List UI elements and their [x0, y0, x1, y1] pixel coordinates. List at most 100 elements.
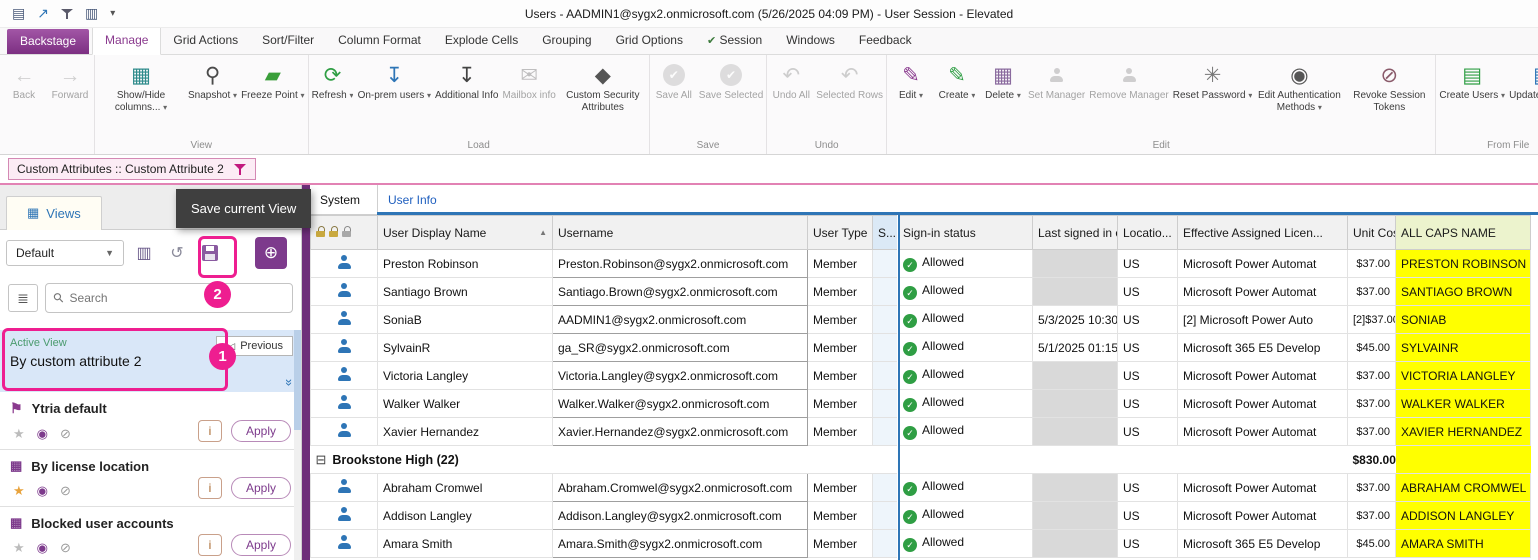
tab-sort-filter[interactable]: Sort/Filter: [250, 27, 326, 54]
ribbon-button-save-selected[interactable]: ✔Save Selected: [697, 57, 766, 102]
col-effective-licenses[interactable]: Effective Assigned Licen...: [1178, 216, 1348, 250]
ribbon-button-create[interactable]: ✎Create ▾: [934, 57, 980, 102]
ribbon-group-label: View: [96, 139, 307, 154]
col-signin-status[interactable]: Sign-in status: [898, 216, 1033, 250]
view-item-ytria-default[interactable]: ⚑Ytria default ★ ◉ ⊘ i Apply: [0, 392, 301, 450]
table-row-walker-walker[interactable]: Walker Walker Walker.Walker@sygx2.onmicr…: [311, 390, 1531, 418]
export-icon[interactable]: ▤: [12, 5, 25, 22]
filter-bar: Custom Attributes :: Custom Attribute 2: [0, 155, 1538, 185]
view-filter-button[interactable]: ≣: [8, 284, 38, 312]
col-user-type[interactable]: User Type: [808, 216, 873, 250]
previous-view-button[interactable]: ◁ Previous: [216, 336, 293, 356]
col-username[interactable]: Username: [553, 216, 808, 250]
view-apply-button[interactable]: Apply: [231, 534, 291, 556]
band-user-info[interactable]: User Info: [388, 193, 437, 207]
ribbon-button-forward[interactable]: →Forward: [47, 57, 93, 102]
ribbon-button-show-hide-columns[interactable]: ▦Show/Hide columns... ▾: [96, 57, 186, 113]
search-input[interactable]: [70, 291, 284, 305]
table-row-soniab[interactable]: SoniaB AADMIN1@sygx2.onmicrosoft.com Mem…: [311, 306, 1531, 334]
group-row-brookstone-high-22[interactable]: ⊟Brookstone High (22) $830.00: [311, 446, 1531, 474]
ribbon-button-freeze-point[interactable]: ▰Freeze Point ▾: [239, 57, 307, 102]
ribbon-button-undo-all[interactable]: ↶Undo All: [768, 57, 814, 102]
band-system[interactable]: System: [320, 193, 360, 207]
view-item-blocked-user-accounts[interactable]: ▦Blocked user accounts ★ ◉ ⊘ i Apply: [0, 507, 301, 560]
sidebar-scrollbar[interactable]: [294, 330, 301, 560]
table-row-amara-smith[interactable]: Amara Smith Amara.Smith@sygx2.onmicrosof…: [311, 530, 1531, 558]
tab-column-format[interactable]: Column Format: [326, 27, 433, 54]
active-view-panel[interactable]: Active View By custom attribute 2 ◁ Prev…: [0, 330, 301, 392]
tab-grouping[interactable]: Grouping: [530, 27, 603, 54]
save-all-icon: ✔: [663, 60, 685, 90]
ribbon-button-edit-authentication-methods[interactable]: ◉Edit Authentication Methods ▾: [1254, 57, 1344, 113]
ribbon-button-refresh[interactable]: ⟳Refresh ▾: [310, 57, 356, 102]
columns-icon[interactable]: ▥: [85, 5, 98, 22]
collapse-icon[interactable]: ⊟: [316, 452, 327, 467]
table-row-sylvainr[interactable]: SylvainR ga_SR@sygx2.onmicrosoft.com Mem…: [311, 334, 1531, 362]
ribbon-group-label: From File: [1437, 139, 1538, 154]
ribbon-button-edit[interactable]: ✎Edit ▾: [888, 57, 934, 102]
table-row-xavier-hernandez[interactable]: Xavier Hernandez Xavier.Hernandez@sygx2.…: [311, 418, 1531, 446]
filter-chip[interactable]: Custom Attributes :: Custom Attribute 2: [8, 158, 256, 180]
ribbon-button-back[interactable]: ←Back: [1, 57, 47, 102]
frozen-column-divider[interactable]: [897, 215, 900, 560]
ribbon-button-update-users[interactable]: ▤Update Users ▾: [1507, 57, 1538, 102]
funnel-edit-icon[interactable]: [234, 163, 247, 176]
tab-windows[interactable]: Windows: [774, 27, 847, 54]
col-locks[interactable]: [311, 216, 378, 250]
ribbon-button-mailbox-info[interactable]: ✉Mailbox info: [500, 57, 557, 102]
table-row-santiago-brown[interactable]: Santiago Brown Santiago.Brown@sygx2.onmi…: [311, 278, 1531, 306]
tab-explode-cells[interactable]: Explode Cells: [433, 27, 530, 54]
col-last-signed-in[interactable]: Last signed in on - ...: [1033, 216, 1118, 250]
view-preset-select[interactable]: Default ▼: [6, 240, 124, 266]
view-apply-button[interactable]: Apply: [231, 420, 291, 442]
manage-columns-button[interactable]: ▥: [131, 240, 157, 266]
ribbon-button-create-users[interactable]: ▤Create Users ▾: [1437, 57, 1507, 102]
filter-settings-icon[interactable]: [61, 8, 73, 20]
col-location[interactable]: Locatio...: [1118, 216, 1178, 250]
ribbon-button-remove-manager[interactable]: Remove Manager: [1087, 57, 1170, 102]
ribbon-button-revoke-session-tokens[interactable]: ⊘Revoke Session Tokens: [1344, 57, 1434, 113]
tab-views[interactable]: ▦ Views: [6, 196, 102, 230]
ribbon-group-misc: ←Back→Forward: [0, 55, 95, 154]
col-unit-cost[interactable]: Unit Cos...: [1348, 216, 1396, 250]
favorite-star-icon[interactable]: ★: [13, 426, 25, 442]
view-item-by-license-location[interactable]: ▦By license location ★ ◉ ⊘ i Apply: [0, 450, 301, 507]
save-view-button[interactable]: [197, 240, 223, 266]
view-info-button[interactable]: i: [198, 477, 222, 499]
ribbon-group-undo: ↶Undo All↶Selected RowsUndo: [767, 55, 887, 154]
ribbon-button-reset-password[interactable]: ✳Reset Password ▾: [1171, 57, 1255, 102]
quick-access-caret-icon[interactable]: ▾: [110, 8, 115, 19]
table-row-preston-robinson[interactable]: Preston Robinson Preston.Robinson@sygx2.…: [311, 250, 1531, 278]
tab-feedback[interactable]: Feedback: [847, 27, 924, 54]
add-view-button[interactable]: ⊕: [255, 237, 287, 269]
ribbon-button-delete[interactable]: ▦Delete ▾: [980, 57, 1026, 102]
col-user-display-name[interactable]: User Display Name▲: [378, 216, 553, 250]
favorite-star-icon[interactable]: ★: [13, 483, 25, 499]
undo-view-button[interactable]: ↺: [164, 240, 190, 266]
ribbon-button-save-all[interactable]: ✔Save All: [651, 57, 697, 102]
share-icon[interactable]: ↗: [37, 5, 49, 22]
scrollbar-thumb[interactable]: [294, 330, 301, 430]
table-row-abraham-cromwel[interactable]: Abraham Cromwel Abraham.Cromwel@sygx2.on…: [311, 474, 1531, 502]
view-apply-button[interactable]: Apply: [231, 477, 291, 499]
tab-grid-options[interactable]: Grid Options: [604, 27, 695, 54]
view-info-button[interactable]: i: [198, 534, 222, 556]
allowed-check-icon: ✓: [903, 342, 917, 356]
tab-backstage[interactable]: Backstage: [7, 29, 89, 54]
tab-session[interactable]: ✔ Session: [695, 27, 774, 54]
ribbon-button-custom-security-attributes[interactable]: ◆Custom Security Attributes: [558, 57, 648, 113]
favorite-star-icon[interactable]: ★: [13, 540, 25, 556]
col-all-caps-name[interactable]: ALL CAPS NAME: [1396, 216, 1531, 250]
view-info-button[interactable]: i: [198, 420, 222, 442]
ribbon-button-snapshot[interactable]: ⚲Snapshot ▾: [186, 57, 239, 102]
ribbon-button-set-manager[interactable]: Set Manager: [1026, 57, 1087, 102]
col-s[interactable]: S...: [873, 216, 898, 250]
tab-manage[interactable]: Manage: [92, 26, 161, 55]
tab-grid-actions[interactable]: Grid Actions: [161, 27, 250, 54]
ribbon-button-on-prem-users[interactable]: ↧On-prem users ▾: [356, 57, 433, 102]
ribbon-button-additional-info[interactable]: ↧Additional Info: [433, 57, 500, 102]
table-row-addison-langley[interactable]: Addison Langley Addison.Langley@sygx2.on…: [311, 502, 1531, 530]
table-row-victoria-langley[interactable]: Victoria Langley Victoria.Langley@sygx2.…: [311, 362, 1531, 390]
search-box[interactable]: ⚲: [45, 283, 293, 313]
ribbon-button-selected-rows[interactable]: ↶Selected Rows: [814, 57, 885, 102]
